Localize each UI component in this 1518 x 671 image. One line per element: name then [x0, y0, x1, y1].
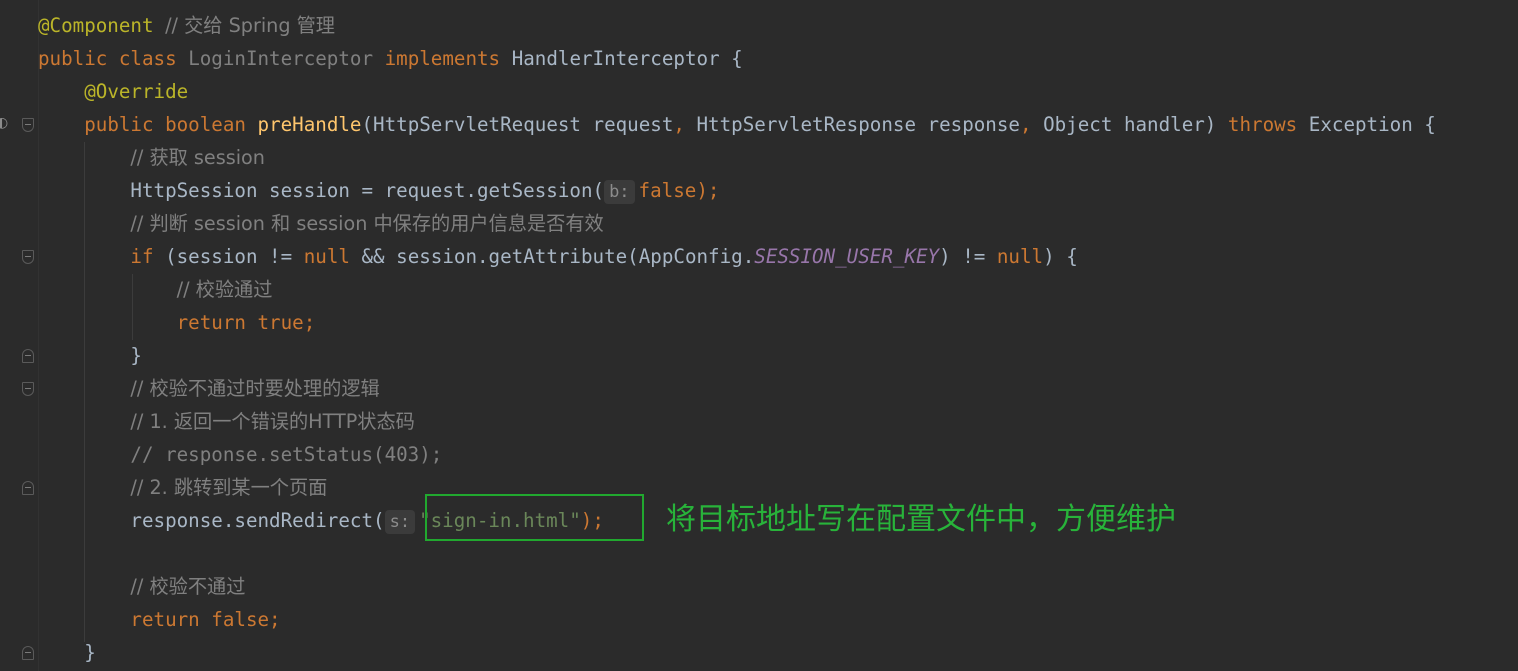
params: Object handler)	[1031, 113, 1228, 136]
code-line: public class LoginInterceptor implements…	[38, 42, 1518, 75]
keyword: return true;	[176, 311, 316, 334]
code-line: }	[38, 636, 1518, 669]
brace: }	[130, 344, 142, 367]
code-line: @Component // 交给 Spring 管理	[38, 9, 1518, 42]
params: HttpServletResponse response	[684, 113, 1020, 136]
statement: response.sendRedirect(	[130, 509, 385, 532]
code-line: // 校验通过	[38, 273, 1518, 306]
comment: // 校验不通过时要处理的逻辑	[130, 377, 380, 400]
annotation: @Component	[38, 14, 154, 37]
keyword: implements	[384, 47, 501, 70]
expr: (session !=	[153, 245, 304, 268]
code-line: // 获取 session	[38, 141, 1518, 174]
code-line: // 校验不通过时要处理的逻辑	[38, 372, 1518, 405]
params: (HttpServletRequest request	[361, 113, 674, 136]
comment: // 校验不通过	[130, 575, 246, 598]
comment: // 2. 跳转到某一个页面	[130, 476, 328, 499]
code-line: // 判断 session 和 session 中保存的用户信息是否有效	[38, 207, 1518, 240]
statement: HttpSession session = request.getSession…	[130, 179, 605, 202]
fold-icon[interactable]	[22, 349, 34, 363]
code-editor[interactable]: @Component // 交给 Spring 管理 public class …	[38, 9, 1518, 669]
fold-icon[interactable]	[22, 250, 34, 264]
keyword: null	[303, 245, 350, 268]
code-line: HttpSession session = request.getSession…	[38, 174, 1518, 207]
comment: // 1. 返回一个错误的HTTP状态码	[130, 410, 415, 433]
comment: // 判断 session 和 session 中保存的用户信息是否有效	[130, 212, 604, 235]
parameter-hint: b:	[604, 180, 635, 204]
fold-icon[interactable]	[22, 646, 34, 660]
expr: ) !=	[939, 245, 997, 268]
code-line: public boolean preHandle(HttpServletRequ…	[38, 108, 1518, 141]
class-name: LoginInterceptor	[188, 47, 374, 70]
static-field: SESSION_USER_KEY	[754, 245, 940, 268]
code-line: // 1. 返回一个错误的HTTP状态码	[38, 405, 1518, 438]
keyword: if	[130, 245, 154, 268]
keyword: return false;	[130, 608, 281, 631]
fold-icon[interactable]	[22, 382, 34, 396]
parameter-hint: s:	[384, 510, 416, 534]
interface-name: HandlerInterceptor {	[511, 47, 743, 70]
fold-icon[interactable]	[22, 118, 34, 132]
annotation-note: 将目标地址写在配置文件中，方便维护	[666, 502, 1176, 537]
punct: );	[696, 179, 720, 202]
keyword: public class	[38, 47, 177, 70]
editor-gutter: ◐	[0, 0, 38, 671]
method-name: preHandle	[257, 113, 362, 136]
code-line: }	[38, 339, 1518, 372]
keyword: false	[638, 179, 697, 202]
comment: // 交给 Spring 管理	[165, 14, 335, 37]
keyword: public boolean	[84, 113, 246, 136]
expr: && session.getAttribute(AppConfig.	[349, 245, 755, 268]
code-line: return true;	[38, 306, 1518, 339]
comment: // 获取 session	[130, 146, 265, 169]
keyword: throws	[1227, 113, 1298, 136]
brace: }	[84, 641, 96, 664]
comma: ,	[673, 113, 685, 136]
fold-icon[interactable]	[22, 481, 34, 495]
code-line: if (session != null && session.getAttrib…	[38, 240, 1518, 273]
comma: ,	[1019, 113, 1032, 136]
code-line: // response.setStatus(403);	[38, 438, 1518, 471]
exception: Exception {	[1297, 113, 1436, 136]
comment: // response.setStatus(403);	[130, 443, 443, 466]
code-line: // 校验不通过	[38, 570, 1518, 603]
comment: // 校验通过	[176, 278, 273, 301]
keyword: null	[996, 245, 1044, 268]
implementation-marker-icon[interactable]: ◐	[0, 115, 8, 131]
code-line: return false;	[38, 603, 1518, 636]
code-line: @Override	[38, 75, 1518, 108]
annotation: @Override	[84, 80, 189, 103]
highlight-box	[425, 494, 644, 541]
expr: ) {	[1043, 245, 1078, 268]
